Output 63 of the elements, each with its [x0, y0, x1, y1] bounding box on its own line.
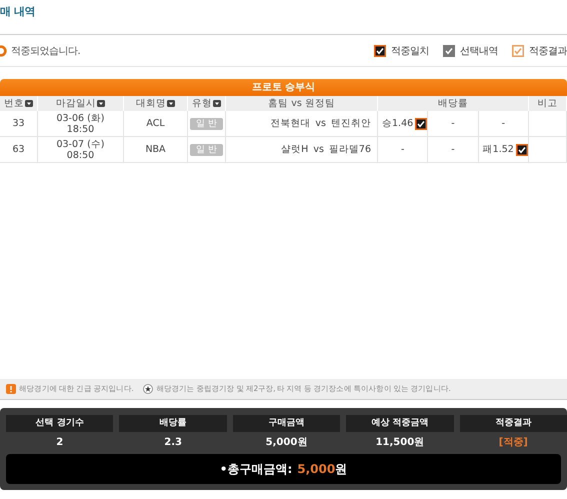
- star-icon: [143, 384, 154, 394]
- sort-icon[interactable]: [25, 100, 33, 107]
- column-header[interactable]: 번호: [0, 96, 38, 111]
- deadline-date: 03-07 (수): [55, 138, 106, 150]
- home-team: 샬럿H: [281, 144, 308, 155]
- away-team: 필라델76: [328, 144, 371, 155]
- odds-cell[interactable]: 패1.52: [478, 136, 528, 162]
- table-cell: NBA: [124, 136, 188, 162]
- table-cell: 33: [0, 111, 38, 136]
- deadline-time: 08:50: [66, 150, 96, 160]
- home-team: 전북현대: [270, 118, 310, 129]
- away-team: 텐진취안: [331, 118, 371, 129]
- total-amount: 5,000: [297, 462, 336, 476]
- legend-label: 선택내역: [460, 44, 498, 58]
- sort-icon[interactable]: [167, 100, 175, 107]
- table-cell: 63: [0, 136, 38, 162]
- summary-value: [적중]: [498, 436, 529, 450]
- column-header[interactable]: 마감일시: [38, 96, 124, 111]
- summary-value: 5,000원: [264, 436, 308, 450]
- alert-icon: [6, 384, 16, 394]
- table-title: 프로토 승부식: [0, 79, 567, 96]
- checkbox-icon: [374, 44, 386, 56]
- summary-value: 2.3: [163, 436, 183, 450]
- versus-label: vs: [313, 144, 324, 155]
- versus-label: vs: [315, 118, 326, 129]
- column-header[interactable]: 대회명: [124, 96, 188, 111]
- deadline-date: 03-06 (화): [55, 112, 106, 124]
- summary-header: 적중결과: [460, 415, 567, 432]
- page-title: 매 내역: [0, 4, 36, 20]
- summary-value: 11,500원: [374, 436, 426, 450]
- currency-unit: 원: [335, 460, 348, 478]
- odds-value: -: [502, 118, 506, 129]
- odds-value: 승1.46: [382, 117, 414, 130]
- odds-cell[interactable]: 승1.46: [378, 111, 428, 136]
- odds-value: -: [451, 144, 455, 155]
- column-header: 비고: [528, 96, 566, 111]
- odds-cell[interactable]: -: [378, 136, 428, 162]
- type-badge: 일 반: [190, 144, 223, 156]
- odds-value: -: [400, 144, 404, 155]
- summary-header: 예상 적중금액: [346, 415, 454, 432]
- column-header: 배당률: [378, 96, 528, 111]
- odds-cell[interactable]: -: [428, 111, 478, 136]
- odds-value: 패1.52: [482, 143, 514, 156]
- sort-icon[interactable]: [213, 100, 221, 107]
- total-label: •총구매금액:: [220, 460, 292, 478]
- column-header[interactable]: 유형: [188, 96, 226, 111]
- odds-cell[interactable]: -: [478, 111, 528, 136]
- checkbox-icon: [512, 44, 524, 56]
- type-badge: 일 반: [190, 118, 223, 130]
- summary-value: 2: [55, 436, 64, 450]
- status-message: 적중되었습니다.: [11, 44, 80, 58]
- summary-header: 배당률: [119, 415, 227, 432]
- legend-label: 적중일치: [391, 44, 429, 58]
- deadline-time: 18:50: [66, 124, 96, 134]
- table-cell: ACL: [124, 111, 188, 136]
- column-header: 홈팀 vs 원정팀: [226, 96, 378, 111]
- odds-cell[interactable]: -: [428, 136, 478, 162]
- checkbox-icon: [443, 44, 455, 56]
- sort-icon[interactable]: [97, 100, 105, 107]
- summary-header: 구매금액: [232, 415, 340, 432]
- summary-header: 선택 경기수: [6, 415, 114, 432]
- legend-label: 적중결과: [529, 44, 567, 58]
- odds-value: -: [451, 118, 455, 129]
